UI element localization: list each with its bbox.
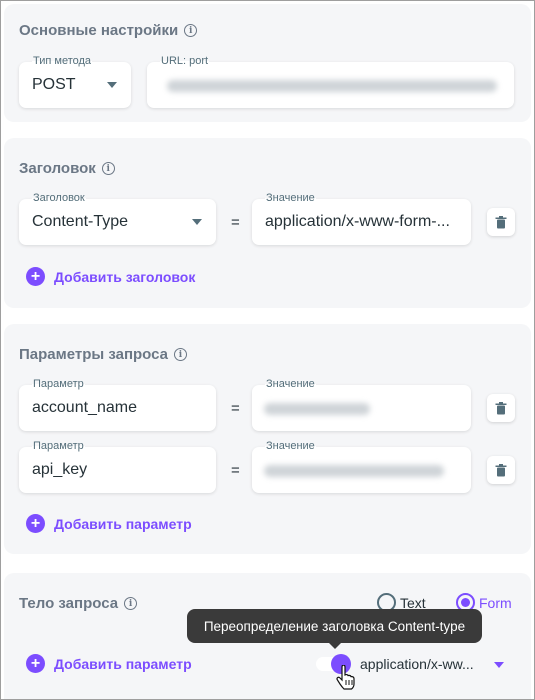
param-value-input[interactable]: Значение bbox=[252, 440, 471, 493]
header-name-select[interactable]: Заголовок Content-Type bbox=[19, 192, 216, 245]
method-select[interactable]: Тип метода POST bbox=[19, 55, 131, 108]
header-value-input[interactable]: Значение application/x-www-form-... bbox=[252, 192, 471, 245]
plus-icon: + bbox=[26, 654, 45, 673]
param-name-input[interactable]: Параметр account_name bbox=[19, 378, 216, 431]
delete-header-button[interactable] bbox=[487, 208, 515, 236]
info-icon[interactable]: i bbox=[124, 597, 138, 610]
content-type-select[interactable]: application/x-ww... bbox=[360, 656, 474, 672]
param-value-label: Значение bbox=[265, 378, 316, 390]
info-icon[interactable]: i bbox=[184, 24, 198, 37]
param-value-label: Значение bbox=[265, 440, 316, 452]
query-params-card: Параметры запроса i Параметр account_nam… bbox=[4, 324, 531, 554]
param-value-input[interactable]: Значение bbox=[252, 378, 471, 431]
delete-param-button[interactable] bbox=[487, 394, 515, 422]
basic-settings-card: Основные настройки i Тип метода POST URL… bbox=[4, 4, 531, 122]
headers-card: Заголовок i Заголовок Content-Type = Зна… bbox=[4, 138, 531, 308]
header-name-label: Заголовок bbox=[32, 192, 86, 204]
equals-sign: = bbox=[231, 462, 240, 479]
header-value-label: Значение bbox=[265, 192, 316, 204]
add-param-button[interactable]: + Добавить параметр bbox=[26, 514, 192, 533]
param-value-redacted bbox=[264, 465, 444, 477]
equals-sign: = bbox=[231, 214, 240, 231]
info-icon[interactable]: i bbox=[101, 162, 115, 175]
param-name-value: account_name bbox=[32, 399, 137, 416]
chevron-down-icon bbox=[192, 219, 202, 225]
header-name-value: Content-Type bbox=[32, 213, 129, 230]
method-label: Тип метода bbox=[32, 55, 93, 67]
delete-param-button[interactable] bbox=[487, 456, 515, 484]
info-icon[interactable]: i bbox=[174, 348, 188, 361]
url-input[interactable]: URL: port bbox=[147, 55, 514, 108]
override-tooltip: Переопределение заголовка Content-type bbox=[187, 609, 482, 649]
method-value: POST bbox=[32, 76, 76, 93]
param-name-input[interactable]: Параметр api_key bbox=[19, 440, 216, 493]
query-params-title: Параметры запроса i bbox=[19, 346, 188, 363]
param-name-value: api_key bbox=[32, 461, 88, 478]
headers-title: Заголовок i bbox=[19, 160, 115, 177]
param-name-label: Параметр bbox=[32, 440, 85, 452]
plus-icon: + bbox=[26, 514, 45, 533]
equals-sign: = bbox=[231, 400, 240, 417]
hand-pointer-icon bbox=[336, 665, 355, 690]
url-label: URL: port bbox=[160, 55, 210, 67]
trash-icon bbox=[495, 401, 507, 414]
chevron-down-icon bbox=[107, 82, 117, 88]
add-header-button[interactable]: + Добавить заголовок bbox=[26, 267, 195, 286]
chevron-down-icon[interactable] bbox=[494, 662, 504, 668]
add-body-param-button[interactable]: + Добавить параметр bbox=[26, 654, 192, 673]
trash-icon bbox=[495, 463, 507, 476]
param-value-redacted bbox=[264, 403, 370, 415]
plus-icon: + bbox=[26, 267, 45, 286]
request-body-title: Тело запроса i bbox=[19, 595, 138, 612]
basic-settings-title: Основные настройки i bbox=[19, 22, 198, 39]
url-value-redacted bbox=[167, 80, 497, 92]
trash-icon bbox=[495, 215, 507, 228]
param-name-label: Параметр bbox=[32, 378, 85, 390]
header-value-text: application/x-www-form-... bbox=[265, 213, 450, 230]
